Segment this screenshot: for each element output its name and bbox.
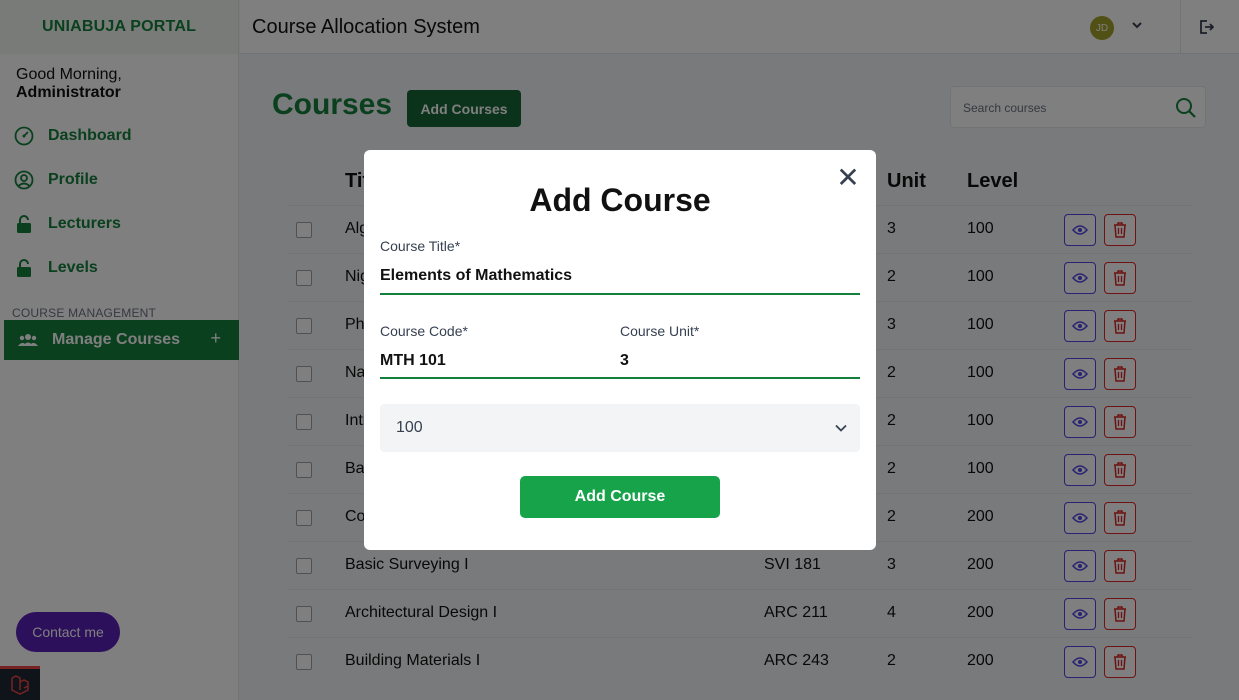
course-unit-field[interactable]: 3 — [620, 352, 629, 370]
course-unit-underline — [620, 377, 860, 379]
modal-title: Add Course — [529, 182, 711, 218]
course-title-field[interactable]: Elements of Mathematics — [380, 267, 572, 285]
course-code-underline — [380, 377, 620, 379]
course-code-field[interactable]: MTH 101 — [380, 352, 446, 370]
course-title-underline — [380, 293, 860, 295]
course-code-label: Course Code* — [380, 323, 468, 339]
add-course-submit-button[interactable]: Add Course — [520, 476, 720, 518]
add-course-modal: ✕ Add Course Course Title* Elements of M… — [364, 150, 876, 550]
level-select[interactable]: 100 — [380, 404, 860, 452]
level-select-value: 100 — [396, 419, 423, 436]
chevron-down-icon — [835, 424, 847, 432]
course-title-label: Course Title* — [380, 238, 461, 254]
course-unit-label: Course Unit* — [620, 323, 700, 339]
